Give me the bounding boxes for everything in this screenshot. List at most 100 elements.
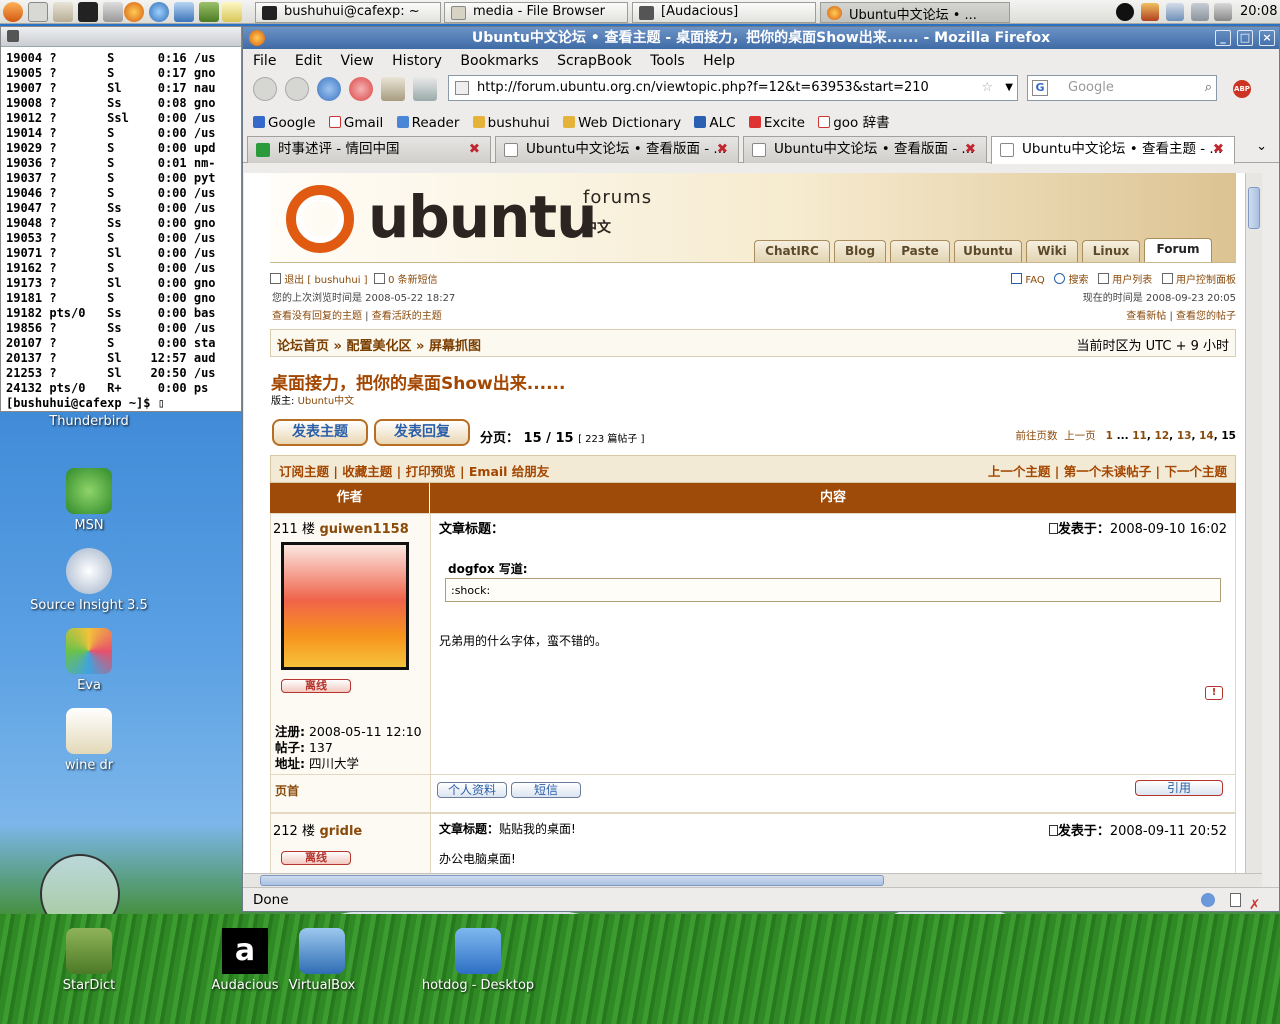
desktop-icon-msn[interactable]: MSN: [39, 468, 139, 533]
bookmark-bushuhui[interactable]: bushuhui: [472, 115, 550, 131]
next-topic-link[interactable]: 下一个主题: [1164, 464, 1227, 479]
logout-link[interactable]: 退出 [ bushuhui ]: [284, 275, 367, 286]
menu-bookmarks[interactable]: Bookmarks: [460, 53, 538, 69]
menu-history[interactable]: History: [392, 53, 442, 69]
scrollbar-thumb[interactable]: [1248, 187, 1260, 229]
nav-tab-ubuntu[interactable]: Ubuntu: [954, 240, 1022, 262]
taskbar-audacious[interactable]: [Audacious]: [632, 2, 816, 23]
memberlist-link[interactable]: 用户列表: [1112, 275, 1152, 286]
nav-tab-wiki[interactable]: Wiki: [1026, 240, 1078, 262]
sync-icon[interactable]: [1201, 893, 1215, 907]
stardict-launcher-icon[interactable]: [199, 2, 219, 22]
ubuntu-menu-icon[interactable]: [3, 2, 23, 22]
nav-tab-linux[interactable]: Linux: [1082, 240, 1140, 262]
menu-file[interactable]: File: [253, 53, 276, 69]
tab-forum-view-1[interactable]: Ubuntu中文论坛 • 查看版面 - ... ✖: [495, 136, 739, 163]
unanswered-link[interactable]: 查看没有回复的主题: [272, 311, 362, 322]
search-link[interactable]: 搜索: [1069, 275, 1089, 286]
menu-scrapbook[interactable]: ScrapBook: [557, 53, 632, 69]
reply-button[interactable]: 发表回复: [374, 419, 470, 446]
network-tray-icon[interactable]: [1166, 3, 1184, 21]
minimize-button[interactable]: _: [1215, 30, 1231, 46]
reload-button[interactable]: [317, 77, 341, 101]
search-box[interactable]: G Google ⌕: [1027, 75, 1217, 101]
moderator-link[interactable]: Ubuntu中文: [298, 396, 355, 407]
tab-close-icon[interactable]: ✖: [1213, 137, 1224, 161]
back-button[interactable]: [253, 77, 277, 101]
quote-button[interactable]: 引用: [1135, 780, 1223, 796]
google-engine-icon[interactable]: G: [1032, 80, 1048, 96]
print-link[interactable]: 打印预览: [406, 464, 456, 479]
menu-help[interactable]: Help: [703, 53, 735, 69]
clock[interactable]: 20:08: [1240, 4, 1277, 19]
search-icon[interactable]: ⌕: [1205, 76, 1212, 100]
nav-tab-blog[interactable]: Blog: [834, 240, 886, 262]
terminal-output[interactable]: 19004 ? S 0:16 /us 19005 ? S 0:17 gno 19…: [1, 47, 241, 411]
window-titlebar[interactable]: Ubuntu中文论坛 • 查看主题 - 桌面接力，把你的桌面Show出来....…: [243, 27, 1279, 49]
subscribe-link[interactable]: 订阅主题: [279, 464, 329, 479]
desktop-icon-virtualbox[interactable]: VirtualBox: [272, 928, 372, 993]
desktop-icon-eva[interactable]: Eva: [39, 628, 139, 693]
bookmark-star-icon[interactable]: ☆: [981, 76, 993, 100]
scrollbar-thumb[interactable]: [260, 875, 884, 886]
tools-icon[interactable]: [103, 2, 123, 22]
bookmark-google[interactable]: Google: [253, 115, 316, 131]
adblock-icon[interactable]: ABP: [1233, 80, 1251, 98]
email-link[interactable]: Email 给朋友: [469, 464, 549, 479]
page-link[interactable]: 12: [1155, 430, 1170, 442]
nav-tab-paste[interactable]: Paste: [890, 240, 950, 262]
firefox-launcher-icon[interactable]: [124, 2, 144, 22]
home-icon[interactable]: [53, 2, 73, 22]
tab-close-icon[interactable]: ✖: [965, 137, 976, 161]
prev-page-link[interactable]: 上一页: [1064, 430, 1096, 442]
page-link[interactable]: 11: [1132, 430, 1147, 442]
tab-list-icon[interactable]: ⌄: [1256, 139, 1267, 154]
brand-wordmark[interactable]: ubuntu: [368, 183, 597, 251]
terminal-titlebar[interactable]: [1, 27, 241, 47]
update-tray-icon[interactable]: [1141, 3, 1159, 21]
bookmark-excite[interactable]: Excite: [748, 115, 805, 131]
bookmark-alc[interactable]: ALC: [694, 115, 736, 131]
bookmark-goo[interactable]: goo 辞書: [818, 111, 890, 131]
breadcrumb-home[interactable]: 论坛首页: [277, 339, 329, 354]
desktop-icon-stardict[interactable]: StarDict: [39, 928, 139, 993]
tab-forum-topic[interactable]: Ubuntu中文论坛 • 查看主题 - ... ✖: [991, 136, 1235, 164]
notes-launcher-icon[interactable]: [222, 2, 242, 22]
network-launcher-icon[interactable]: [174, 2, 194, 22]
menu-view[interactable]: View: [340, 53, 373, 69]
home-button[interactable]: [381, 77, 405, 101]
breadcrumb-section[interactable]: 配置美化区: [346, 339, 411, 354]
maximize-button[interactable]: □: [1237, 30, 1253, 46]
taskbar-firefox[interactable]: Ubuntu中文论坛 • ...: [820, 2, 1010, 23]
display-tray-icon[interactable]: [1191, 3, 1209, 21]
post-author-link[interactable]: guiwen1158: [319, 522, 408, 537]
report-post-icon[interactable]: !: [1205, 686, 1223, 700]
bookmark-gmail[interactable]: Gmail: [328, 115, 383, 131]
taskbar-file-browser[interactable]: media - File Browser: [444, 2, 628, 23]
ucp-link[interactable]: 用户控制面板: [1176, 275, 1236, 286]
forward-button[interactable]: [285, 77, 309, 101]
topic-title[interactable]: 桌面接力，把你的桌面Show出来......: [271, 369, 565, 394]
first-unread-link[interactable]: 第一个未读帖子: [1064, 464, 1152, 479]
nav-tab-forum[interactable]: Forum: [1144, 238, 1212, 262]
workspace-icon[interactable]: [28, 2, 48, 22]
menu-tools[interactable]: Tools: [650, 53, 685, 69]
page-link[interactable]: 1: [1106, 430, 1113, 442]
tab-close-icon[interactable]: ✖: [717, 137, 728, 161]
vertical-scrollbar[interactable]: [1245, 173, 1262, 873]
bookmark-topic-link[interactable]: 收藏主题: [342, 464, 392, 479]
breadcrumb-forum[interactable]: 屏幕抓图: [429, 339, 481, 354]
url-bar[interactable]: http://forum.ubuntu.org.cn/viewtopic.php…: [448, 75, 1018, 101]
pm-button[interactable]: 短信: [511, 782, 581, 798]
nav-tab-chatirc[interactable]: ChatIRC: [754, 240, 830, 262]
desktop-icon-source-insight[interactable]: Source Insight 3.5: [29, 548, 149, 613]
prev-topic-link[interactable]: 上一个主题: [988, 464, 1051, 479]
desktop-icon-hotdog[interactable]: hotdog - Desktop: [418, 928, 538, 993]
page-link[interactable]: 13: [1177, 430, 1192, 442]
new-topic-button[interactable]: 发表主题: [272, 419, 368, 446]
tab-forum-view-2[interactable]: Ubuntu中文论坛 • 查看版面 - ... ✖: [743, 136, 987, 163]
desktop-icon-thunderbird[interactable]: Thunderbird: [39, 414, 139, 429]
active-topics-link[interactable]: 查看活跃的主题: [372, 311, 442, 322]
tab-shishi[interactable]: 时事述评 - 情回中国 ✖: [247, 136, 491, 163]
goto-page-link[interactable]: 前往页数: [1015, 430, 1057, 442]
